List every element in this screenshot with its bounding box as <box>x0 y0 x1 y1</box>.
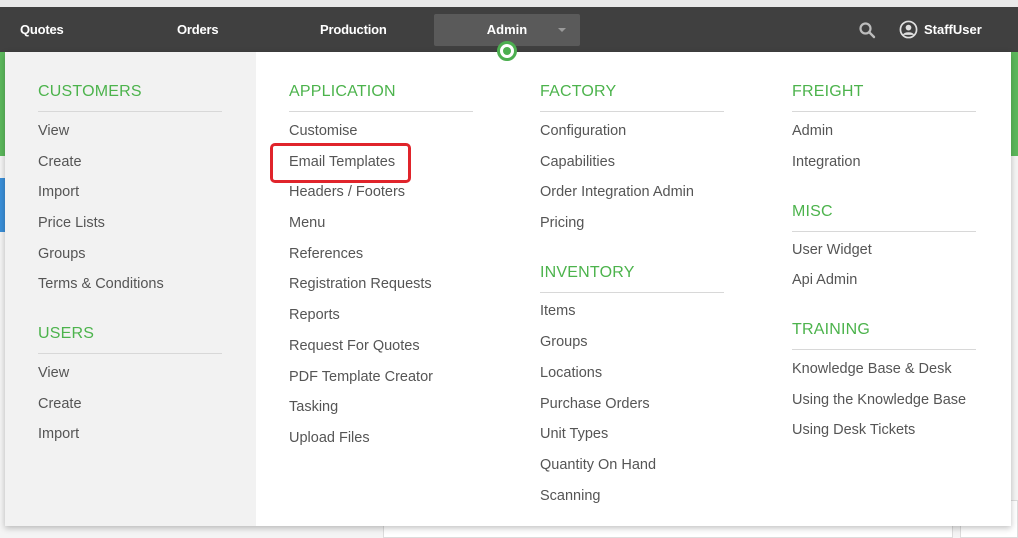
menu-link-using-knowledge-base[interactable]: Using the Knowledge Base <box>792 392 966 408</box>
section-title-users: USERS <box>38 325 95 342</box>
user-circle-icon <box>899 20 918 39</box>
menu-link-unit-types[interactable]: Unit Types <box>540 426 608 442</box>
active-indicator-icon <box>497 41 517 61</box>
section-divider <box>38 353 222 354</box>
menu-link-pdf-template-creator[interactable]: PDF Template Creator <box>289 369 433 385</box>
menu-link-customers-create[interactable]: Create <box>38 154 82 170</box>
menu-link-inventory-groups[interactable]: Groups <box>540 334 588 350</box>
menu-link-users-import[interactable]: Import <box>38 426 79 442</box>
menu-link-customers-import[interactable]: Import <box>38 184 79 200</box>
user-name: StaffUser <box>924 22 982 37</box>
search-icon[interactable] <box>858 21 876 39</box>
menu-link-user-widget[interactable]: User Widget <box>792 242 872 258</box>
section-title-factory: FACTORY <box>540 83 617 100</box>
menu-link-tasking[interactable]: Tasking <box>289 399 338 415</box>
section-title-misc: MISC <box>792 203 833 220</box>
menu-link-users-create[interactable]: Create <box>38 396 82 412</box>
menu-link-quantity-on-hand[interactable]: Quantity On Hand <box>540 457 656 473</box>
admin-mega-menu: CUSTOMERS View Create Import Price Lists… <box>5 52 1011 526</box>
menu-link-using-desk-tickets[interactable]: Using Desk Tickets <box>792 422 915 438</box>
menu-link-knowledge-base-desk[interactable]: Knowledge Base & Desk <box>792 361 952 377</box>
menu-link-items[interactable]: Items <box>540 303 575 319</box>
menu-link-upload-files[interactable]: Upload Files <box>289 430 370 446</box>
menu-link-capabilities[interactable]: Capabilities <box>540 154 615 170</box>
menu-link-registration-requests[interactable]: Registration Requests <box>289 276 432 292</box>
menu-link-customers-view[interactable]: View <box>38 123 69 139</box>
section-divider <box>289 111 473 112</box>
section-title-freight: FREIGHT <box>792 83 864 100</box>
menu-link-price-lists[interactable]: Price Lists <box>38 215 105 231</box>
menu-link-freight-admin[interactable]: Admin <box>792 123 833 139</box>
menu-link-request-for-quotes[interactable]: Request For Quotes <box>289 338 420 354</box>
chevron-down-icon <box>558 28 566 32</box>
section-divider <box>38 111 222 112</box>
nav-production[interactable]: Production <box>320 7 387 52</box>
section-title-customers: CUSTOMERS <box>38 83 142 100</box>
section-divider <box>540 292 724 293</box>
menu-link-headers-footers[interactable]: Headers / Footers <box>289 184 405 200</box>
menu-link-terms-conditions[interactable]: Terms & Conditions <box>38 276 164 292</box>
menu-link-customise[interactable]: Customise <box>289 123 358 139</box>
menu-link-scanning[interactable]: Scanning <box>540 488 600 504</box>
menu-link-freight-integration[interactable]: Integration <box>792 154 861 170</box>
menu-link-customer-groups[interactable]: Groups <box>38 246 86 262</box>
section-title-application: APPLICATION <box>289 83 396 100</box>
section-title-training: TRAINING <box>792 321 871 338</box>
nav-quotes[interactable]: Quotes <box>20 7 64 52</box>
menu-link-order-integration-admin[interactable]: Order Integration Admin <box>540 184 694 200</box>
menu-link-pricing[interactable]: Pricing <box>540 215 584 231</box>
menu-link-menu[interactable]: Menu <box>289 215 325 231</box>
menu-link-purchase-orders[interactable]: Purchase Orders <box>540 396 650 412</box>
menu-link-reports[interactable]: Reports <box>289 307 340 323</box>
menu-link-locations[interactable]: Locations <box>540 365 602 381</box>
nav-orders[interactable]: Orders <box>177 7 219 52</box>
menu-link-references[interactable]: References <box>289 246 363 262</box>
menu-link-email-templates[interactable]: Email Templates <box>289 154 395 170</box>
section-divider <box>792 111 976 112</box>
section-title-inventory: INVENTORY <box>540 264 635 281</box>
menu-link-api-admin[interactable]: Api Admin <box>792 272 857 288</box>
section-divider <box>540 111 724 112</box>
section-divider <box>792 349 976 350</box>
section-divider <box>792 231 976 232</box>
menu-link-users-view[interactable]: View <box>38 365 69 381</box>
menu-link-configuration[interactable]: Configuration <box>540 123 626 139</box>
